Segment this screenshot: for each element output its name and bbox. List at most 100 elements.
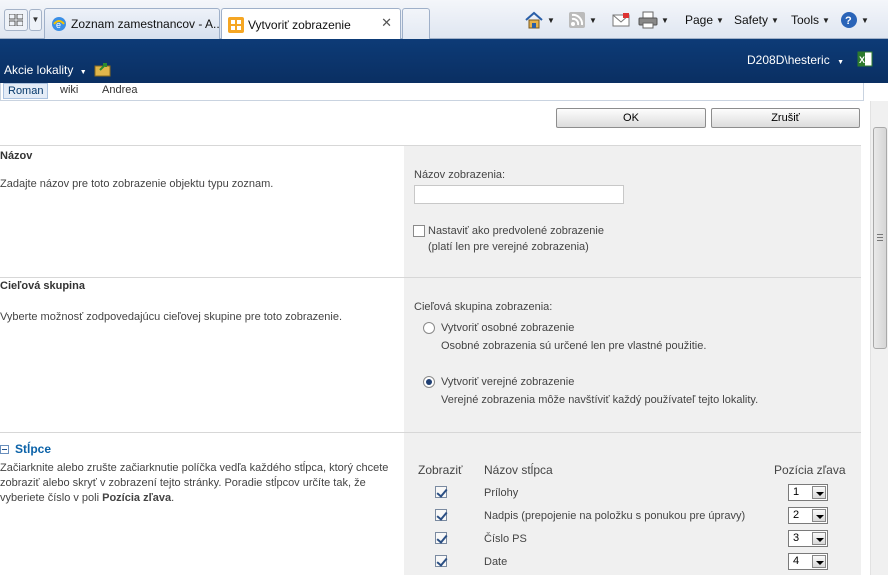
position-field-name: Pozícia zľava — [102, 492, 172, 504]
top-navigation: Roman wiki Andrea — [0, 83, 864, 101]
tab-zoznam-zamestnancov[interactable]: e Zoznam zamestnancov - A... — [44, 8, 220, 39]
chevron-down-icon: ▼ — [822, 15, 830, 25]
printer-icon — [638, 11, 658, 29]
tab-vytvorit-zobrazenie[interactable]: Vytvoriť zobrazenie ✕ — [221, 8, 401, 40]
chevron-down-icon: ▼ — [589, 15, 597, 25]
personal-view-radio[interactable] — [423, 322, 435, 334]
svg-text:e: e — [56, 20, 61, 30]
column-position-select[interactable]: 4 — [788, 553, 828, 570]
name-section-title: Názov — [0, 150, 33, 162]
column-position-value: 2 — [793, 509, 800, 521]
vertical-scrollbar[interactable] — [870, 101, 888, 575]
columns-description-line: vyberiete číslo v poli Pozícia zľava. — [0, 491, 404, 506]
browser-toolbar: ▼ e Zoznam zamestnancov - A... Vytvoriť … — [0, 0, 888, 40]
close-tab-icon[interactable]: ✕ — [381, 15, 392, 31]
chevron-down-icon: ▼ — [771, 15, 779, 25]
safety-menu[interactable]: Safety ▼ — [734, 10, 779, 30]
view-name-label: Názov zobrazenia: — [414, 169, 506, 181]
personal-view-note: Osobné zobrazenia sú určené len pre vlas… — [441, 340, 707, 352]
rss-feed-icon — [569, 12, 585, 28]
chevron-down-icon[interactable] — [812, 555, 826, 568]
page-menu-label: Page — [685, 13, 714, 27]
default-view-checkbox[interactable] — [413, 225, 425, 237]
public-view-note: Verejné zobrazenia môže navštíviť každý … — [441, 394, 759, 406]
safety-menu-label: Safety — [734, 13, 769, 27]
navigate-up-icon[interactable] — [94, 61, 112, 77]
nav-item-wiki[interactable]: wiki — [56, 83, 82, 99]
column-name: Date — [484, 556, 508, 568]
svg-text:?: ? — [845, 15, 852, 27]
audience-section-description: Vyberte možnosť zodpovedajúcu cieľovej s… — [0, 311, 343, 323]
public-view-label: Vytvoriť verejné zobrazenie — [441, 376, 575, 388]
collapse-icon[interactable] — [0, 444, 9, 454]
quick-tabs-button[interactable] — [4, 9, 28, 31]
user-menu[interactable]: D208D\hesteric ▼ — [747, 53, 844, 67]
column-name: Prílohy — [484, 487, 519, 499]
columns-section-title-text: Stĺpce — [15, 442, 52, 456]
chevron-down-icon: ▼ — [79, 69, 87, 76]
site-actions-menu[interactable]: Akcie lokality ▼ — [4, 63, 87, 77]
help-button[interactable]: ? ▼ — [840, 10, 869, 30]
feeds-button[interactable]: ▼ — [568, 10, 597, 30]
chevron-down-icon[interactable] — [812, 509, 826, 522]
ok-button[interactable]: OK — [556, 108, 706, 128]
chevron-down-icon[interactable] — [812, 486, 826, 499]
svg-text:X: X — [859, 55, 865, 65]
mail-icon — [612, 13, 630, 27]
column-show-checkbox[interactable] — [435, 486, 447, 498]
columns-description-text: vyberiete číslo v poli — [0, 492, 103, 504]
tab-title: Vytvoriť zobrazenie — [248, 17, 351, 32]
chevron-down-icon: ▼ — [837, 59, 844, 66]
chevron-down-icon: ▼ — [547, 15, 555, 25]
tools-menu[interactable]: Tools ▼ — [791, 10, 830, 30]
nav-item-roman[interactable]: Roman — [3, 83, 49, 99]
column-show-checkbox[interactable] — [435, 532, 447, 544]
quick-tabs-icon — [9, 14, 23, 26]
default-view-label: Nastaviť ako predvolené zobrazenie — [428, 225, 604, 237]
ie-page-icon: e — [52, 17, 66, 31]
new-tab-button[interactable] — [402, 8, 430, 39]
help-icon: ? — [841, 12, 857, 28]
column-name: Nadpis (prepojenie na položku s ponukou … — [484, 510, 746, 522]
chevron-down-icon: ▼ — [861, 15, 869, 25]
position-header: Pozícia zľava — [774, 463, 846, 477]
audience-section: Cieľová skupina Vyberte možnosť zodpoved… — [0, 277, 861, 432]
page-menu[interactable]: Page ▼ — [685, 10, 724, 30]
chevron-down-icon: ▼ — [661, 15, 669, 25]
nav-item-andrea[interactable]: Andrea — [98, 83, 141, 99]
user-name: D208D\hesteric — [747, 53, 830, 67]
scrollbar-thumb[interactable] — [873, 127, 887, 349]
site-actions-label: Akcie lokality — [4, 63, 74, 77]
tab-title: Zoznam zamestnancov - A... — [71, 17, 220, 31]
public-view-radio[interactable] — [423, 376, 435, 388]
show-column-header: Zobraziť — [418, 463, 463, 477]
column-show-checkbox[interactable] — [435, 509, 447, 521]
tab-list-button[interactable]: ▼ — [29, 9, 42, 31]
excel-icon[interactable]: X — [857, 51, 873, 67]
column-position-select[interactable]: 2 — [788, 507, 828, 524]
column-position-select[interactable]: 3 — [788, 530, 828, 547]
audience-label: Cieľová skupina zobrazenia: — [414, 301, 553, 313]
sharepoint-header: Akcie lokality ▼ D208D\hesteric ▼ X — [0, 39, 888, 83]
sharepoint-page-icon — [228, 16, 244, 33]
home-button[interactable]: ▼ — [524, 10, 555, 30]
chevron-down-icon[interactable] — [812, 532, 826, 545]
column-position-value: 1 — [793, 486, 800, 498]
audience-section-title: Cieľová skupina — [0, 280, 85, 292]
read-mail-button[interactable] — [612, 10, 630, 30]
column-name: Číslo PS — [484, 533, 527, 545]
column-show-checkbox[interactable] — [435, 555, 447, 567]
columns-description-text: . — [171, 492, 175, 504]
columns-description-line: Začiarknite alebo zrušte začiarknutie po… — [0, 462, 389, 474]
name-section-description: Zadajte názov pre toto zobrazenie objekt… — [0, 178, 274, 190]
view-name-input[interactable] — [414, 185, 624, 204]
tools-menu-label: Tools — [791, 13, 820, 27]
column-name-header: Názov stĺpca — [484, 463, 553, 477]
default-view-note: (platí len pre verejné zobrazenia) — [428, 241, 589, 253]
column-position-select[interactable]: 1 — [788, 484, 828, 501]
columns-section-title[interactable]: Stĺpce — [0, 442, 51, 456]
name-section: Názov Zadajte názov pre toto zobrazenie … — [0, 145, 861, 277]
cancel-button[interactable]: Zrušiť — [711, 108, 860, 128]
column-position-value: 3 — [793, 532, 800, 544]
print-button[interactable]: ▼ — [638, 10, 669, 30]
